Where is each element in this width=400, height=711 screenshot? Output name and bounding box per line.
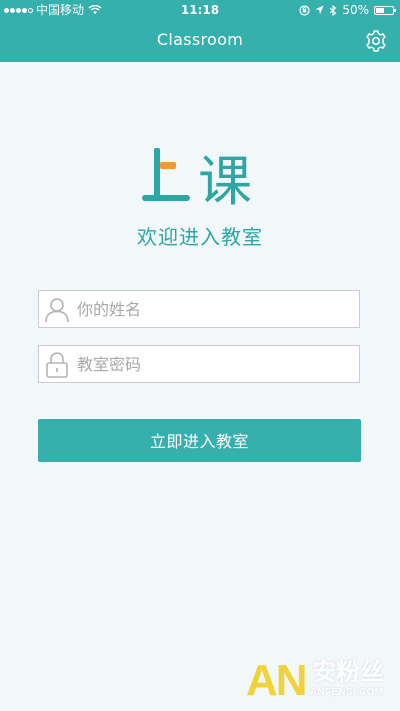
watermark-url: ANFENSI.COM: [310, 687, 384, 698]
top-bar: 中国移动 11:18 50% Classroom: [0, 0, 400, 62]
name-input[interactable]: [77, 291, 355, 327]
watermark: AN 安粉丝 ANFENSI.COM: [246, 657, 396, 705]
watermark-logo: AN: [246, 656, 308, 705]
lock-icon: [46, 352, 68, 378]
battery-fill: [376, 7, 384, 13]
settings-button[interactable]: [364, 29, 388, 53]
gear-icon: [366, 30, 386, 52]
watermark-text: 安粉丝: [312, 658, 384, 686]
battery-percentage: 50%: [342, 3, 369, 17]
orientation-lock-icon: [299, 4, 310, 16]
app-logo: 课: [0, 140, 400, 210]
password-field[interactable]: [38, 345, 360, 383]
status-right: 50%: [299, 0, 396, 20]
name-field[interactable]: [38, 290, 360, 328]
welcome-heading: 欢迎进入教室: [137, 225, 263, 249]
logo-text: 课: [198, 150, 252, 210]
status-bar: 中国移动 11:18 50%: [0, 0, 400, 20]
user-icon: [45, 298, 69, 323]
location-arrow-icon: [315, 5, 324, 15]
bluetooth-icon: [329, 4, 337, 16]
enter-classroom-button[interactable]: 立即进入教室: [38, 419, 361, 462]
logo-mark: 课: [142, 148, 252, 210]
page-title: Classroom: [156, 30, 244, 49]
password-input[interactable]: [77, 346, 355, 382]
battery-icon: [374, 5, 396, 15]
